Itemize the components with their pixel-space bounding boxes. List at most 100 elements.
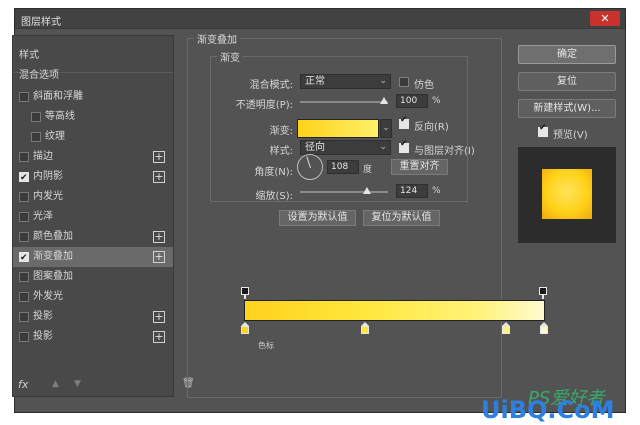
style-item-checkbox[interactable] xyxy=(19,248,29,268)
gradient-preview-bar[interactable] xyxy=(244,300,545,321)
style-value: 径向 xyxy=(305,142,325,153)
opacity-input[interactable]: 100 xyxy=(396,94,428,108)
preview-checkbox[interactable] xyxy=(538,123,548,137)
style-item-checkbox[interactable] xyxy=(19,92,29,102)
style-item-label: 光泽 xyxy=(33,211,53,222)
style-item-label: 投影 xyxy=(33,331,53,342)
style-item-label: 外发光 xyxy=(33,291,63,302)
style-item-label: 内阴影 xyxy=(33,171,63,182)
add-effect-icon[interactable]: + xyxy=(153,331,165,343)
arrow-down-icon[interactable]: ▼ xyxy=(74,379,81,389)
chevron-down-icon: ⌄ xyxy=(379,76,387,86)
reset-to-default-button[interactable]: 复位为默认值 xyxy=(363,210,440,226)
style-item-label: 投影 xyxy=(33,311,53,322)
style-item[interactable]: 内阴影 + xyxy=(13,167,173,188)
opacity-slider-track[interactable] xyxy=(300,101,388,103)
color-stop-4[interactable] xyxy=(540,322,548,334)
close-icon[interactable]: ✕ xyxy=(590,11,620,26)
dialog-title: 图层样式 xyxy=(21,17,61,28)
ok-button[interactable]: 确定 xyxy=(518,45,616,64)
style-item-label: 颜色叠加 xyxy=(33,231,73,242)
dither-checkbox[interactable] xyxy=(399,77,409,87)
gradient-swatch[interactable] xyxy=(297,119,379,138)
add-effect-icon[interactable]: + xyxy=(153,251,165,263)
style-item-checkbox[interactable] xyxy=(19,332,29,342)
reverse-checkbox[interactable] xyxy=(399,115,409,129)
scale-unit: % xyxy=(432,186,441,196)
new-style-button[interactable]: 新建样式(W)... xyxy=(518,99,616,118)
style-item-checkbox[interactable] xyxy=(19,212,29,222)
opacity-label: 不透明度(P): xyxy=(235,100,293,111)
style-item[interactable]: 渐变叠加 + xyxy=(13,247,173,268)
color-stop-3[interactable] xyxy=(502,322,510,334)
color-stop-2[interactable] xyxy=(361,322,369,334)
fx-menu-button[interactable]: fx xyxy=(18,378,28,391)
dither-label: 仿色 xyxy=(414,80,434,91)
style-item[interactable]: 斜面和浮雕 xyxy=(13,87,173,107)
style-item[interactable]: 纹理 xyxy=(13,127,173,147)
style-select[interactable]: 径向 ⌄ xyxy=(300,140,391,155)
style-item[interactable]: 样式 xyxy=(13,46,173,66)
style-item-checkbox[interactable] xyxy=(31,112,41,122)
style-item[interactable]: 图案叠加 xyxy=(13,267,173,287)
align-with-layer-checkbox[interactable] xyxy=(399,139,409,153)
title-bar[interactable]: 图层样式 ✕ xyxy=(15,9,625,29)
blend-mode-value: 正常 xyxy=(305,76,325,87)
style-item-label: 图案叠加 xyxy=(33,271,73,282)
color-stop-1[interactable] xyxy=(241,322,249,334)
style-item-checkbox[interactable] xyxy=(19,272,29,282)
add-effect-icon[interactable]: + xyxy=(153,171,165,183)
style-item-label: 渐变叠加 xyxy=(33,251,73,262)
gradient-picker-chevron-icon[interactable]: ⌄ xyxy=(380,119,392,138)
gradient-label: 渐变: xyxy=(269,126,293,137)
angle-unit: 度 xyxy=(363,165,373,175)
style-item[interactable]: 投影 + xyxy=(13,327,173,347)
gradient-subgroup-title: 渐变 xyxy=(217,49,243,64)
style-item-checkbox[interactable] xyxy=(19,168,29,188)
style-item[interactable]: 光泽 xyxy=(13,207,173,227)
color-stop-label: 色标 xyxy=(258,341,274,350)
gradient-overlay-title: 渐变叠加 xyxy=(194,31,240,46)
style-item-checkbox[interactable] xyxy=(31,132,41,142)
style-item[interactable]: 颜色叠加 + xyxy=(13,227,173,247)
angle-dial-indicator xyxy=(306,156,311,169)
style-item[interactable]: 外发光 xyxy=(13,287,173,307)
arrow-up-icon[interactable]: ▲ xyxy=(52,379,59,389)
style-item-checkbox[interactable] xyxy=(19,152,29,162)
style-item-checkbox[interactable] xyxy=(19,232,29,242)
scale-input[interactable]: 124 xyxy=(396,184,428,198)
style-item[interactable]: 内发光 xyxy=(13,187,173,207)
style-item-checkbox[interactable] xyxy=(19,192,29,202)
style-item-label: 斜面和浮雕 xyxy=(33,91,83,102)
scale-label: 缩放(S): xyxy=(255,191,293,202)
style-item[interactable]: 等高线 xyxy=(13,107,173,127)
style-item-checkbox[interactable] xyxy=(19,312,29,322)
style-item[interactable]: 混合选项 xyxy=(13,66,173,86)
style-preview xyxy=(518,147,616,243)
opacity-stop-right[interactable] xyxy=(539,287,547,299)
reset-button[interactable]: 复位 xyxy=(518,72,616,91)
chevron-down-icon: ⌄ xyxy=(379,142,387,152)
angle-dial[interactable] xyxy=(297,154,323,180)
scale-slider-track[interactable] xyxy=(300,191,388,193)
scale-slider-thumb[interactable] xyxy=(363,187,371,194)
blend-mode-select[interactable]: 正常 ⌄ xyxy=(300,74,391,89)
reset-alignment-button[interactable]: 重置对齐 xyxy=(391,159,448,175)
add-effect-icon[interactable]: + xyxy=(153,151,165,163)
style-item-label: 混合选项 xyxy=(19,70,59,81)
make-default-button[interactable]: 设置为默认值 xyxy=(279,210,356,226)
style-item-label: 内发光 xyxy=(33,191,63,202)
style-item[interactable]: 描边 + xyxy=(13,147,173,167)
style-item-checkbox[interactable] xyxy=(19,292,29,302)
angle-input[interactable]: 108 xyxy=(327,160,359,174)
add-effect-icon[interactable]: + xyxy=(153,231,165,243)
opacity-stop-left[interactable] xyxy=(241,287,249,299)
style-label: 样式: xyxy=(269,146,293,157)
style-item[interactable]: 投影 + xyxy=(13,307,173,327)
watermark-uibq: UiBQ.CoM xyxy=(481,396,615,424)
style-item-label: 描边 xyxy=(33,151,53,162)
opacity-slider-thumb[interactable] xyxy=(380,97,388,104)
styles-list: 样式混合选项斜面和浮雕等高线纹理描边 + 内阴影 + 内发光光泽颜色叠加 + 渐变叠加 + 图案… xyxy=(12,35,174,397)
add-effect-icon[interactable]: + xyxy=(153,311,165,323)
align-with-layer-label: 与图层对齐(I) xyxy=(414,146,475,157)
